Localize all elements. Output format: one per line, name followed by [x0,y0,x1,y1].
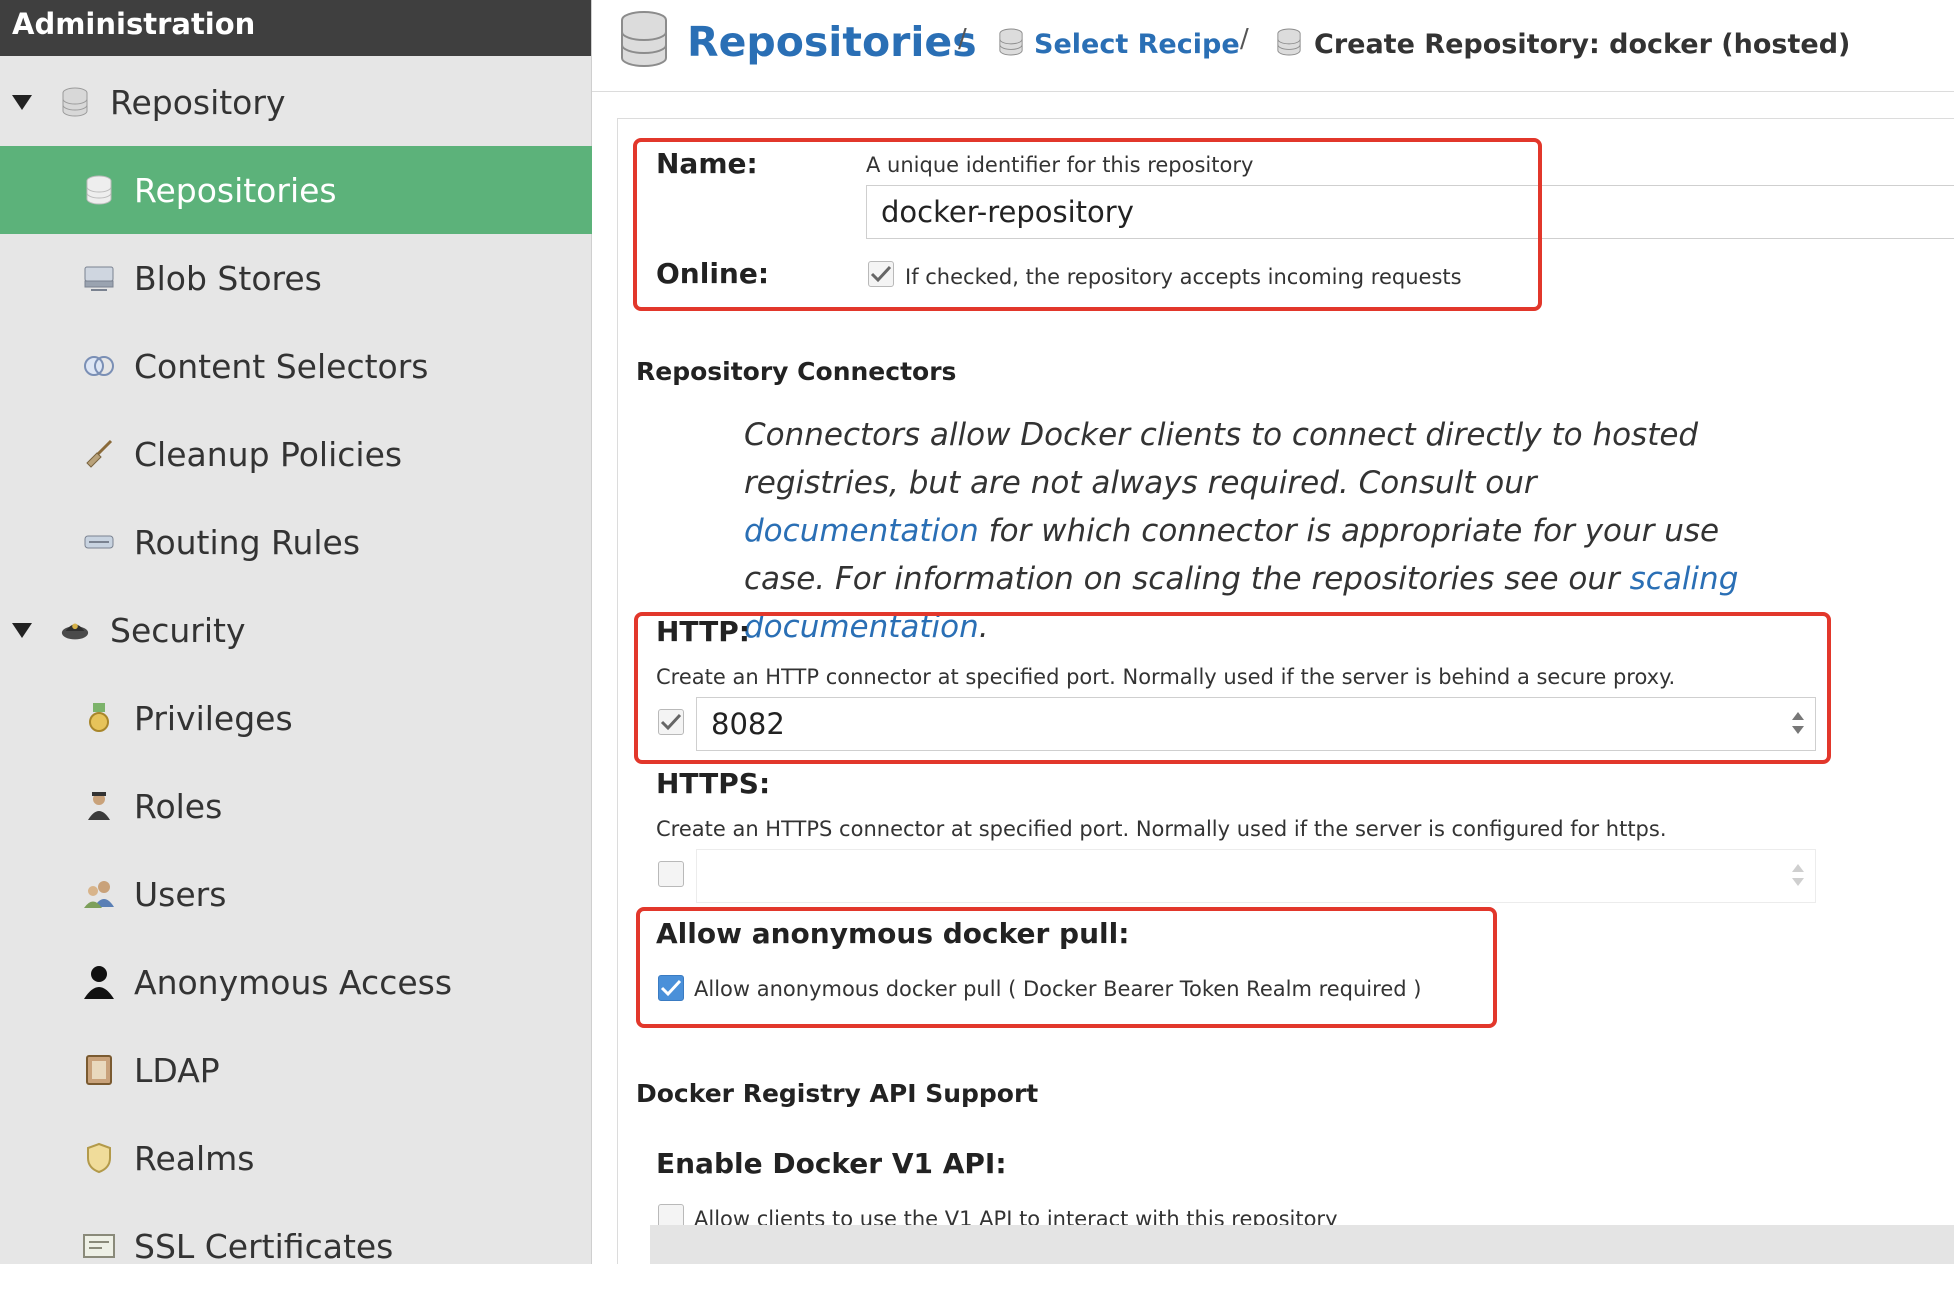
sidebar-item-label: Realms [134,1138,255,1178]
sidebar-item-cleanup-policies[interactable]: Cleanup Policies [0,410,592,498]
collapse-triangle-icon[interactable] [12,94,32,110]
sidebar-item-label: LDAP [134,1050,220,1090]
breadcrumb: Repositories / Select Recipe / Create Re… [592,0,1954,92]
nav-group-security[interactable]: Security [0,586,592,674]
ldap-book-icon [82,1053,116,1087]
https-checkbox[interactable] [658,861,684,887]
v1-api-label: Enable Docker V1 API: [656,1147,1007,1180]
nav-group-label: Repository [110,82,286,122]
role-icon [82,789,116,823]
bottom-overlay-bar [650,1225,1954,1264]
page-title[interactable]: Repositories [687,18,977,66]
sidebar-item-content-selectors[interactable]: Content Selectors [0,322,592,410]
sidebar-item-label: Content Selectors [134,346,429,386]
sidebar-item-ldap[interactable]: LDAP [0,1026,592,1114]
sidebar-item-label: Anonymous Access [134,962,453,1002]
sidebar-item-label: Routing Rules [134,522,361,562]
breadcrumb-separator: / [1240,24,1249,54]
nav-group-repository[interactable]: Repository [0,58,592,146]
sidebar-item-label: Repositories [134,170,337,210]
users-icon [82,877,116,911]
collapse-triangle-icon[interactable] [12,622,32,638]
breadcrumb-separator: / [958,24,967,54]
sidebar-item-realms[interactable]: Realms [0,1114,592,1202]
sidebar-item-privileges[interactable]: Privileges [0,674,592,762]
sidebar-item-label: SSL Certificates [134,1226,394,1266]
sidebar-item-repositories[interactable]: Repositories [0,146,592,234]
database-icon [1276,27,1302,61]
breadcrumb-current-label: Create Repository: docker (hosted) [1314,28,1851,60]
routing-icon [82,525,116,559]
https-help: Create an HTTPS connector at specified p… [656,817,1667,841]
https-label: HTTPS: [656,767,771,800]
sidebar-item-blob-stores[interactable]: Blob Stores [0,234,592,322]
database-icon [60,87,90,117]
database-icon [82,173,116,207]
database-icon [619,10,669,74]
documentation-link[interactable]: documentation [744,513,979,549]
security-cap-icon [60,615,90,645]
breadcrumb-current: Create Repository: docker (hosted) [1276,2,1850,86]
breadcrumb-link[interactable]: Select Recipe [1034,29,1240,60]
sidebar-item-anonymous-access[interactable]: Anonymous Access [0,938,592,1026]
sidebar-item-label: Roles [134,786,223,826]
person-icon [82,965,116,999]
https-port-input[interactable] [696,849,1816,903]
admin-sidebar: Administration Repository Repositories B… [0,0,592,1266]
sidebar-item-ssl-certificates[interactable]: SSL Certificates [0,1202,592,1290]
sidebar-item-label: Privileges [134,698,293,738]
sidebar-item-users[interactable]: Users [0,850,592,938]
sidebar-item-roles[interactable]: Roles [0,762,592,850]
highlight-box [636,907,1497,1028]
sidebar-item-label: Cleanup Policies [134,434,403,474]
connectors-section-title: Repository Connectors [636,357,957,386]
content-selector-icon [82,349,116,383]
breadcrumb-select-recipe[interactable]: Select Recipe [998,2,1240,86]
broom-icon [82,437,116,471]
nav-group-label: Security [110,610,246,650]
shield-icon [82,1141,116,1175]
highlight-box [633,138,1542,311]
certificate-icon [82,1229,116,1263]
server-icon [82,261,116,295]
sidebar-title: Administration [0,0,591,56]
database-icon [998,27,1024,61]
sidebar-item-label: Blob Stores [134,258,322,298]
api-support-section-title: Docker Registry API Support [636,1079,1039,1108]
medal-icon [82,701,116,735]
port-stepper-icon[interactable] [1791,860,1805,890]
breadcrumb-root[interactable]: Repositories [619,0,977,84]
highlight-box [634,612,1831,764]
sidebar-item-label: Users [134,874,227,914]
connectors-desc-text: Connectors allow Docker clients to conne… [744,417,1699,501]
sidebar-item-routing-rules[interactable]: Routing Rules [0,498,592,586]
